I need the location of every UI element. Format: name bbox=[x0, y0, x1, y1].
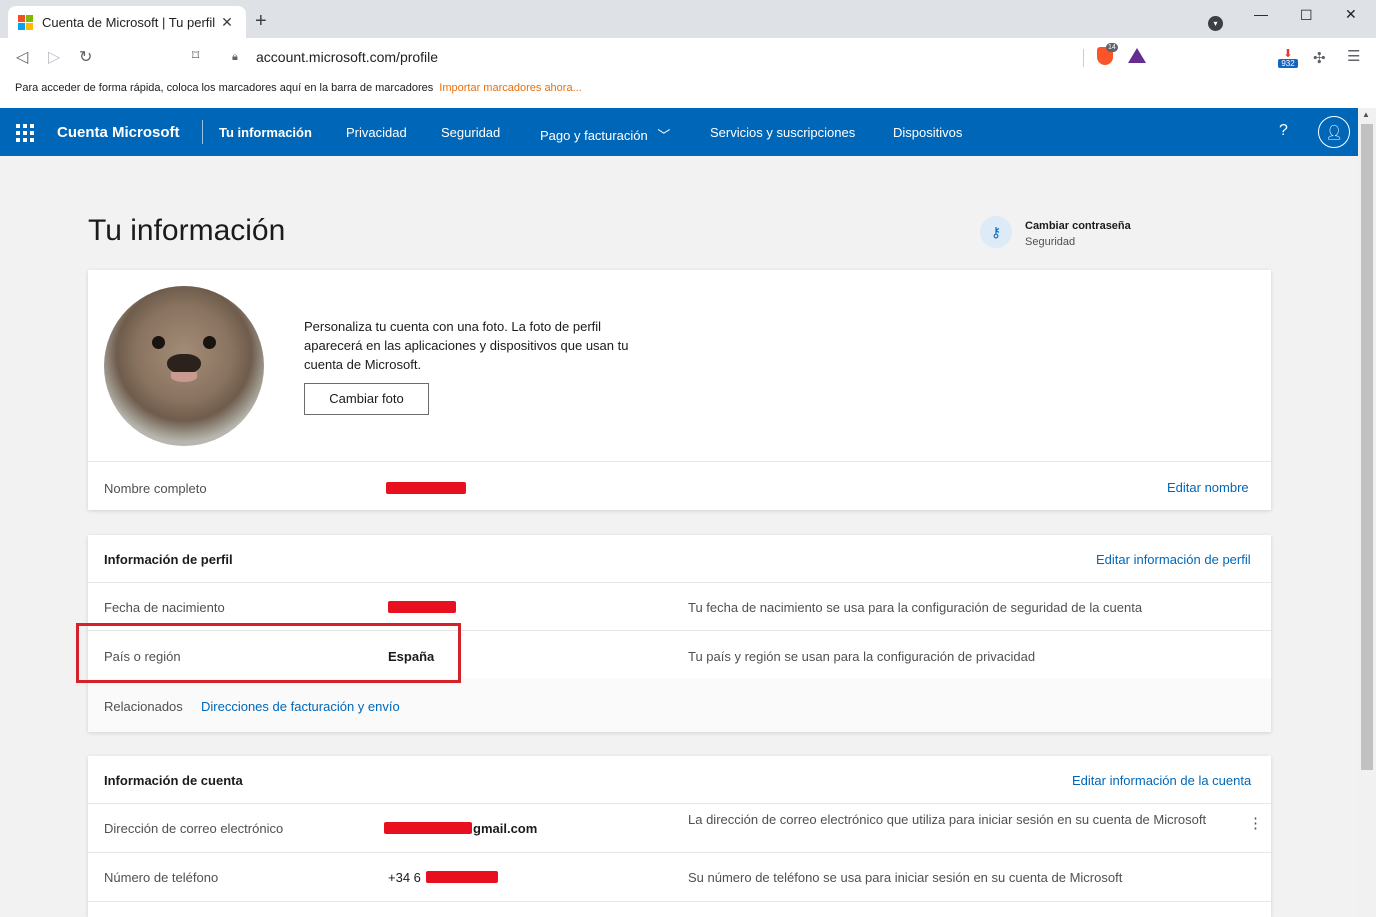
billing-addresses-link[interactable]: Direcciones de facturación y envío bbox=[201, 699, 400, 714]
nav-seguridad[interactable]: Seguridad bbox=[441, 125, 500, 140]
email-value: gmail.com bbox=[473, 821, 538, 836]
bookmarks-bar: Para acceder de forma rápida, coloca los… bbox=[0, 76, 1376, 108]
nav-servicios[interactable]: Servicios y suscripciones bbox=[710, 125, 855, 140]
photo-eye-right bbox=[203, 336, 216, 349]
header-divider bbox=[202, 120, 203, 144]
photo-card: Personaliza tu cuenta con una foto. La f… bbox=[88, 270, 1271, 510]
account-info-title: Información de cuenta bbox=[104, 773, 243, 788]
change-photo-button[interactable]: Cambiar foto bbox=[304, 383, 429, 415]
email-label: Dirección de correo electrónico bbox=[104, 821, 284, 836]
related-label: Relacionados bbox=[104, 699, 183, 714]
brave-rewards-icon[interactable] bbox=[1128, 48, 1146, 63]
account-avatar-icon[interactable]: 👤︎ bbox=[1318, 116, 1350, 148]
chevron-down-icon: ﹀ bbox=[657, 128, 671, 143]
photo-eye-left bbox=[152, 336, 165, 349]
nav-pago-label: Pago y facturación bbox=[540, 128, 648, 143]
omnibox-divider bbox=[1083, 49, 1084, 67]
profile-photo bbox=[104, 286, 264, 446]
reload-icon[interactable]: ↻ bbox=[79, 47, 92, 67]
scrollbar-thumb[interactable] bbox=[1361, 124, 1373, 770]
key-icon: ⚷ bbox=[980, 216, 1012, 248]
nav-pago-facturacion[interactable]: Pago y facturación ﹀ bbox=[540, 125, 670, 144]
account-info-card: Información de cuenta Editar información… bbox=[88, 756, 1271, 917]
nav-dispositivos[interactable]: Dispositivos bbox=[893, 125, 962, 140]
download-badge: 932 bbox=[1278, 59, 1298, 68]
microsoft-logo-icon bbox=[18, 15, 33, 30]
country-description: Tu país y región se usan para la configu… bbox=[688, 649, 1036, 664]
bookmark-icon[interactable]: ⌑ bbox=[192, 47, 199, 64]
help-icon[interactable]: ? bbox=[1279, 122, 1288, 140]
nav-privacidad[interactable]: Privacidad bbox=[346, 125, 407, 140]
back-icon[interactable]: ◁ bbox=[16, 47, 28, 67]
change-password-title: Cambiar contraseña bbox=[1025, 220, 1131, 232]
nav-tu-informacion[interactable]: Tu información bbox=[219, 125, 312, 140]
new-tab-button[interactable]: + bbox=[255, 11, 267, 31]
photo-mouth bbox=[171, 372, 197, 382]
edit-account-info-link[interactable]: Editar información de la cuenta bbox=[1072, 773, 1251, 788]
scroll-up-icon[interactable]: ▲ bbox=[1362, 110, 1370, 119]
close-window-icon[interactable]: ✕ bbox=[1345, 6, 1357, 23]
profile-info-title: Información de perfil bbox=[104, 552, 233, 567]
tab-search-icon[interactable]: ▾ bbox=[1208, 16, 1223, 31]
birthdate-description: Tu fecha de nacimiento se usa para la co… bbox=[688, 600, 1143, 615]
ms-account-header: Cuenta Microsoft Tu información Privacid… bbox=[0, 108, 1358, 156]
full-name-label: Nombre completo bbox=[104, 481, 207, 496]
tab-title: Cuenta de Microsoft | Tu perfil bbox=[42, 14, 216, 30]
minimize-icon[interactable]: — bbox=[1254, 6, 1268, 22]
url-text: account.microsoft.com/profile bbox=[256, 49, 439, 65]
bookmarks-hint: Para acceder de forma rápida, coloca los… bbox=[15, 82, 434, 94]
more-options-icon[interactable]: ⋮ bbox=[1248, 814, 1263, 832]
brave-badge: 14 bbox=[1106, 43, 1118, 52]
redacted-name bbox=[386, 482, 466, 494]
extensions-icon[interactable]: ✣ bbox=[1313, 49, 1326, 67]
birthdate-label: Fecha de nacimiento bbox=[104, 600, 225, 615]
phone-label: Número de teléfono bbox=[104, 870, 219, 885]
email-description: La dirección de correo electrónico que u… bbox=[688, 812, 1207, 827]
edit-name-link[interactable]: Editar nombre bbox=[1167, 480, 1249, 495]
browser-toolbar: ◁ ▷ ↻ ⌑ 🔒︎ account.microsoft.com/profile… bbox=[0, 38, 1376, 76]
edit-profile-info-link[interactable]: Editar información de perfil bbox=[1096, 552, 1251, 567]
photo-nose bbox=[167, 354, 201, 374]
forward-icon[interactable]: ▷ bbox=[48, 47, 60, 67]
tab-close-icon[interactable]: ✕ bbox=[218, 14, 236, 31]
import-bookmarks-link[interactable]: Importar marcadores ahora... bbox=[439, 82, 581, 94]
card-divider bbox=[88, 852, 1271, 853]
redacted-birthdate bbox=[388, 601, 456, 613]
lock-icon: 🔒︎ bbox=[232, 50, 238, 63]
phone-value: +34 6 bbox=[388, 870, 421, 885]
browser-tabstrip: Cuenta de Microsoft | Tu perfil ✕ + ▾ — … bbox=[0, 0, 1376, 38]
redacted-email bbox=[384, 822, 472, 834]
browser-menu-icon[interactable]: ☰ bbox=[1347, 47, 1360, 65]
highlight-box bbox=[76, 623, 461, 683]
page-title: Tu información bbox=[88, 214, 286, 247]
card-divider bbox=[88, 582, 1271, 583]
phone-description: Su número de teléfono se usa para inicia… bbox=[688, 870, 1123, 885]
card-divider bbox=[88, 461, 1271, 462]
browser-tab[interactable]: Cuenta de Microsoft | Tu perfil ✕ bbox=[8, 6, 246, 38]
app-launcher-icon[interactable] bbox=[16, 124, 34, 142]
change-password-subtitle: Seguridad bbox=[1025, 236, 1076, 248]
maximize-icon[interactable]: ☐ bbox=[1300, 7, 1313, 24]
card-divider bbox=[88, 901, 1271, 902]
brand-title[interactable]: Cuenta Microsoft bbox=[57, 124, 180, 141]
address-bar[interactable]: 🔒︎ account.microsoft.com/profile bbox=[220, 43, 1156, 71]
download-arrow-icon: ⬇ bbox=[1283, 48, 1293, 60]
card-divider bbox=[88, 803, 1271, 804]
photo-description: Personaliza tu cuenta con una foto. La f… bbox=[304, 319, 629, 372]
redacted-phone bbox=[426, 871, 498, 883]
download-extension-icon[interactable]: ⬇ 932 bbox=[1278, 49, 1298, 70]
